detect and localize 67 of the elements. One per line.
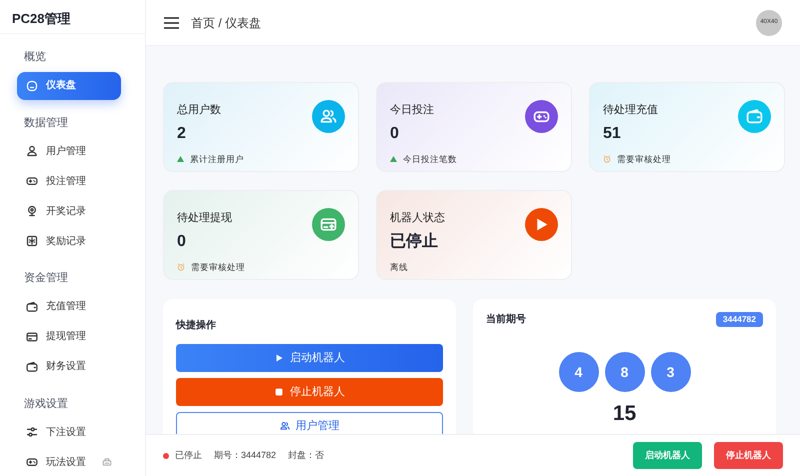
section-heading: 游戏设置 xyxy=(24,398,68,410)
sidebar-item[interactable]: 用户管理 xyxy=(17,137,121,165)
sidebar-item[interactable]: 下注设置 xyxy=(17,418,121,446)
up-triangle-icon xyxy=(390,156,397,162)
wallet-icon xyxy=(26,300,38,312)
user-icon xyxy=(26,145,38,157)
stop-robot-button[interactable]: 停止机器人 xyxy=(176,378,443,406)
gift-icon xyxy=(26,235,38,247)
stat-note: 需要审核处理 xyxy=(191,261,245,274)
sidebar-item[interactable]: 财务设置 xyxy=(17,352,121,380)
sidebar-item[interactable]: 玩法设置 xyxy=(17,448,121,476)
menu-icon[interactable] xyxy=(164,16,179,28)
printer-icon xyxy=(102,457,112,467)
stat-value: 51 xyxy=(603,125,621,142)
play-icon xyxy=(274,353,284,363)
sidebar-item[interactable]: 投注管理 xyxy=(17,167,121,195)
stat-note: 需要审核处理 xyxy=(617,153,671,166)
stat-value: 0 xyxy=(390,125,399,142)
users-icon xyxy=(320,108,337,125)
card-icon xyxy=(26,330,38,342)
section-heading: 资金管理 xyxy=(24,272,68,284)
number-ball: 4 xyxy=(558,352,598,392)
sealed-status: 封盘：否 xyxy=(288,448,324,462)
brand-title: PC28管理 xyxy=(0,0,145,34)
stat-value: 已停止 xyxy=(390,233,438,250)
sliders-icon xyxy=(26,426,38,438)
number-ball: 8 xyxy=(604,352,644,392)
up-triangle-icon xyxy=(177,156,184,162)
user-management-button[interactable]: 用户管理 xyxy=(176,412,443,434)
card-icon xyxy=(320,216,337,233)
panel-title: 快捷操作 xyxy=(176,320,216,331)
sidebar-item[interactable]: 奖励记录 xyxy=(17,227,121,255)
alarm-clock-icon xyxy=(177,263,185,272)
stat-title: 待处理提现 xyxy=(177,212,232,224)
stop-robot-button[interactable]: 停止机器人 xyxy=(714,442,783,470)
stat-title: 待处理充值 xyxy=(603,104,658,116)
gamepad-icon xyxy=(26,456,38,468)
stat-title: 今日投注 xyxy=(390,104,434,116)
stat-title: 机器人状态 xyxy=(390,212,445,224)
face-icon xyxy=(26,80,38,92)
sidebar-item[interactable]: 开奖记录 xyxy=(17,197,121,225)
stat-note: 今日投注笔数 xyxy=(403,153,457,166)
stop-icon xyxy=(274,387,284,397)
sidebar-item[interactable]: 提现管理 xyxy=(17,322,121,350)
section-heading: 数据管理 xyxy=(24,116,68,128)
wallet-icon xyxy=(26,360,38,372)
stat-value: 0 xyxy=(177,233,186,250)
stat-title: 总用户数 xyxy=(177,104,221,116)
webcam-icon xyxy=(26,205,38,217)
stat-note: 累计注册用户 xyxy=(190,153,244,166)
stat-value: 2 xyxy=(177,125,186,142)
sidebar-item[interactable]: 仪表盘 xyxy=(17,72,121,100)
panel-title: 当前期号 xyxy=(486,312,526,327)
users-icon xyxy=(280,421,290,431)
stat-note: 离线 xyxy=(390,261,408,274)
issue-number: 3444782 xyxy=(716,312,763,327)
start-robot-button[interactable]: 启动机器人 xyxy=(176,344,443,372)
gamepad-icon xyxy=(26,175,38,187)
breadcrumb: 首页 / 仪表盘 xyxy=(191,14,262,32)
alarm-clock-icon xyxy=(603,155,611,164)
number-ball: 3 xyxy=(650,352,690,392)
robot-status: 已停止 xyxy=(175,448,202,462)
issue-text: 期号：3444782 xyxy=(214,448,276,462)
wallet-icon xyxy=(746,108,763,125)
section-heading: 概览 xyxy=(24,51,46,63)
sidebar-item[interactable]: 充值管理 xyxy=(17,292,121,320)
sum-value: 15 xyxy=(612,402,636,425)
